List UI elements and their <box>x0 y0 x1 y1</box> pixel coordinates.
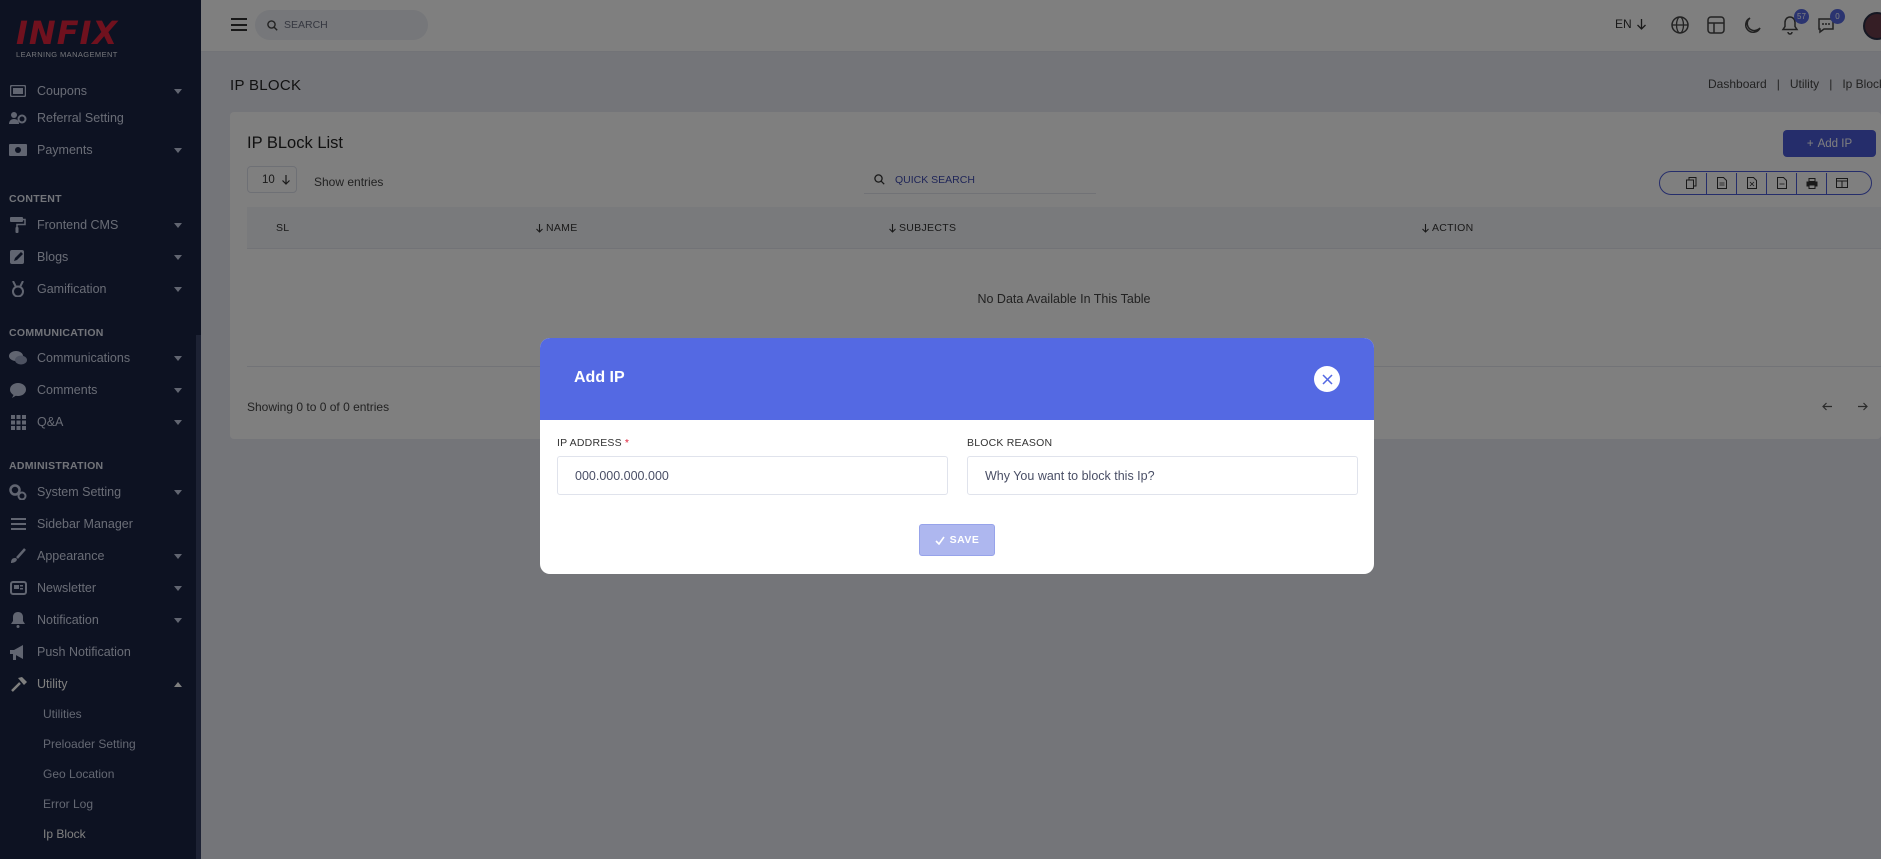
close-button[interactable] <box>1314 366 1340 392</box>
ip-address-label: IP ADDRESS * <box>557 437 629 449</box>
close-icon <box>1321 373 1333 385</box>
modal-title: Add IP <box>574 369 625 386</box>
save-button[interactable]: SAVE <box>919 524 995 556</box>
required-marker: * <box>624 437 630 449</box>
modal-header: Add IP <box>540 338 1374 420</box>
block-reason-label: BLOCK REASON <box>967 437 1053 449</box>
add-ip-modal: Add IP IP ADDRESS* BLOCK REASON SAVE <box>540 338 1374 574</box>
save-label: SAVE <box>949 534 980 546</box>
ip-address-field[interactable] <box>557 456 948 495</box>
block-reason-field[interactable] <box>967 456 1358 495</box>
check-icon <box>935 536 945 545</box>
ip-address-label-text: IP ADDRESS <box>557 437 622 449</box>
